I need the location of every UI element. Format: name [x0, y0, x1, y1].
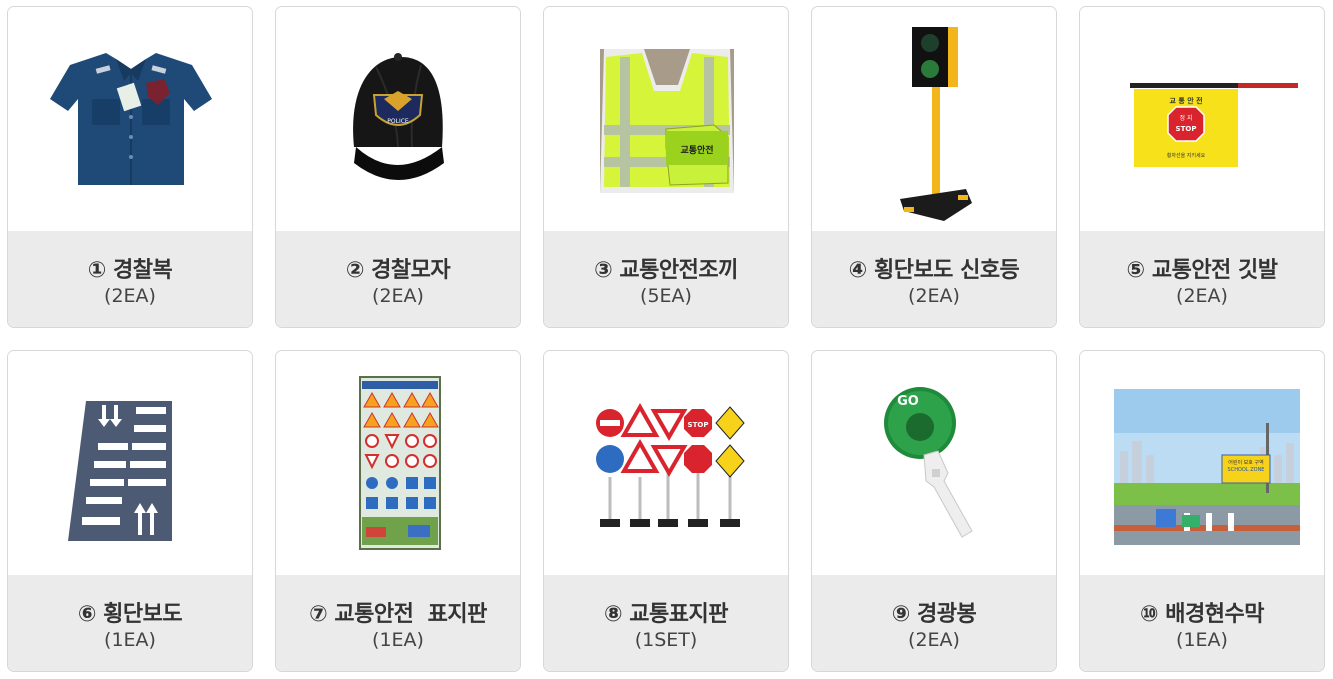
product-name: ⑦ 교통안전 표지판: [309, 602, 487, 627]
product-caption: ⑨ 경광봉 (2EA): [812, 575, 1056, 671]
cap-badge-text: POLICE: [387, 118, 409, 125]
product-card[interactable]: ⑦ 교통안전 표지판 (1EA): [275, 350, 521, 672]
banner-title-text: 어린이 보호 구역: [1228, 459, 1263, 466]
product-quantity: (1EA): [1176, 629, 1228, 651]
product-quantity: (1SET): [634, 629, 698, 651]
product-caption: ② 경찰모자 (2EA): [276, 231, 520, 327]
crosswalk-traffic-light-image: [812, 7, 1056, 233]
background-banner-image: 어린이 보호 구역 SCHOOL ZONE: [1080, 351, 1324, 577]
product-caption: ⑦ 교통안전 표지판 (1EA): [276, 575, 520, 671]
product-caption: ③ 교통안전조끼 (5EA): [544, 231, 788, 327]
product-grid: ① 경찰복 (2EA) POLICE ② 경찰모자 (2EA) 교통안전 ③ 교…: [0, 0, 1333, 679]
traffic-safety-sign-board-image: [276, 351, 520, 577]
product-caption: ⑤ 교통안전 깃발 (2EA): [1080, 231, 1324, 327]
product-card[interactable]: GO ⑨ 경광봉 (2EA): [811, 350, 1057, 672]
product-card[interactable]: ⑥ 횡단보도 (1EA): [7, 350, 253, 672]
product-caption: ① 경찰복 (2EA): [8, 231, 252, 327]
sign-stop-text: STOP: [688, 421, 709, 429]
product-name: ⑥ 횡단보도: [77, 602, 183, 627]
product-card[interactable]: 교 통 안 전 정 지 STOP 횡자선을 지키세요 ⑤ 교통안전 깃발 (2E…: [1079, 6, 1325, 328]
product-quantity: (2EA): [908, 285, 960, 307]
product-name: ② 경찰모자: [345, 258, 451, 283]
product-name: ⑧ 교통표지판: [604, 602, 729, 627]
flag-stop-top-text: 정 지: [1180, 114, 1193, 122]
banner-sub-text: SCHOOL ZONE: [1228, 467, 1265, 473]
product-name: ⑤ 교통안전 깃발: [1126, 258, 1278, 283]
product-card[interactable]: ① 경찰복 (2EA): [7, 6, 253, 328]
product-caption: ⑧ 교통표지판 (1SET): [544, 575, 788, 671]
product-quantity: (1EA): [104, 629, 156, 651]
product-name: ⑨ 경광봉: [891, 602, 977, 627]
traffic-safety-flag-image: 교 통 안 전 정 지 STOP 횡자선을 지키세요: [1080, 7, 1324, 233]
paddle-go-text: GO: [897, 394, 919, 409]
product-quantity: (2EA): [372, 285, 424, 307]
product-name: ④ 횡단보도 신호등: [848, 258, 1020, 283]
safety-vest-image: 교통안전: [544, 7, 788, 233]
crosswalk-mat-image: [8, 351, 252, 577]
product-name: ⑩ 배경현수막: [1140, 602, 1265, 627]
traffic-signs-set-image: STOP: [544, 351, 788, 577]
product-quantity: (2EA): [908, 629, 960, 651]
product-card[interactable]: POLICE ② 경찰모자 (2EA): [275, 6, 521, 328]
product-quantity: (5EA): [640, 285, 692, 307]
product-caption: ⑥ 횡단보도 (1EA): [8, 575, 252, 671]
police-cap-image: POLICE: [276, 7, 520, 233]
product-card[interactable]: STOP ⑧ 교통표지판 (1SET): [543, 350, 789, 672]
product-card[interactable]: 어린이 보호 구역 SCHOOL ZONE ⑩ 배경현수막 (1EA): [1079, 350, 1325, 672]
flag-footer-text: 횡자선을 지키세요: [1167, 152, 1206, 159]
flag-title-text: 교 통 안 전: [1169, 96, 1202, 105]
flag-stop-text: STOP: [1176, 125, 1197, 133]
product-name: ① 경찰복: [87, 258, 173, 283]
product-card[interactable]: 교통안전 ③ 교통안전조끼 (5EA): [543, 6, 789, 328]
product-quantity: (1EA): [372, 629, 424, 651]
product-caption: ⑩ 배경현수막 (1EA): [1080, 575, 1324, 671]
product-quantity: (2EA): [104, 285, 156, 307]
product-card[interactable]: ④ 횡단보도 신호등 (2EA): [811, 6, 1057, 328]
go-paddle-image: GO: [812, 351, 1056, 577]
vest-badge-text: 교통안전: [680, 144, 713, 156]
police-uniform-image: [8, 7, 252, 233]
product-quantity: (2EA): [1176, 285, 1228, 307]
product-name: ③ 교통안전조끼: [594, 258, 738, 283]
product-caption: ④ 횡단보도 신호등 (2EA): [812, 231, 1056, 327]
